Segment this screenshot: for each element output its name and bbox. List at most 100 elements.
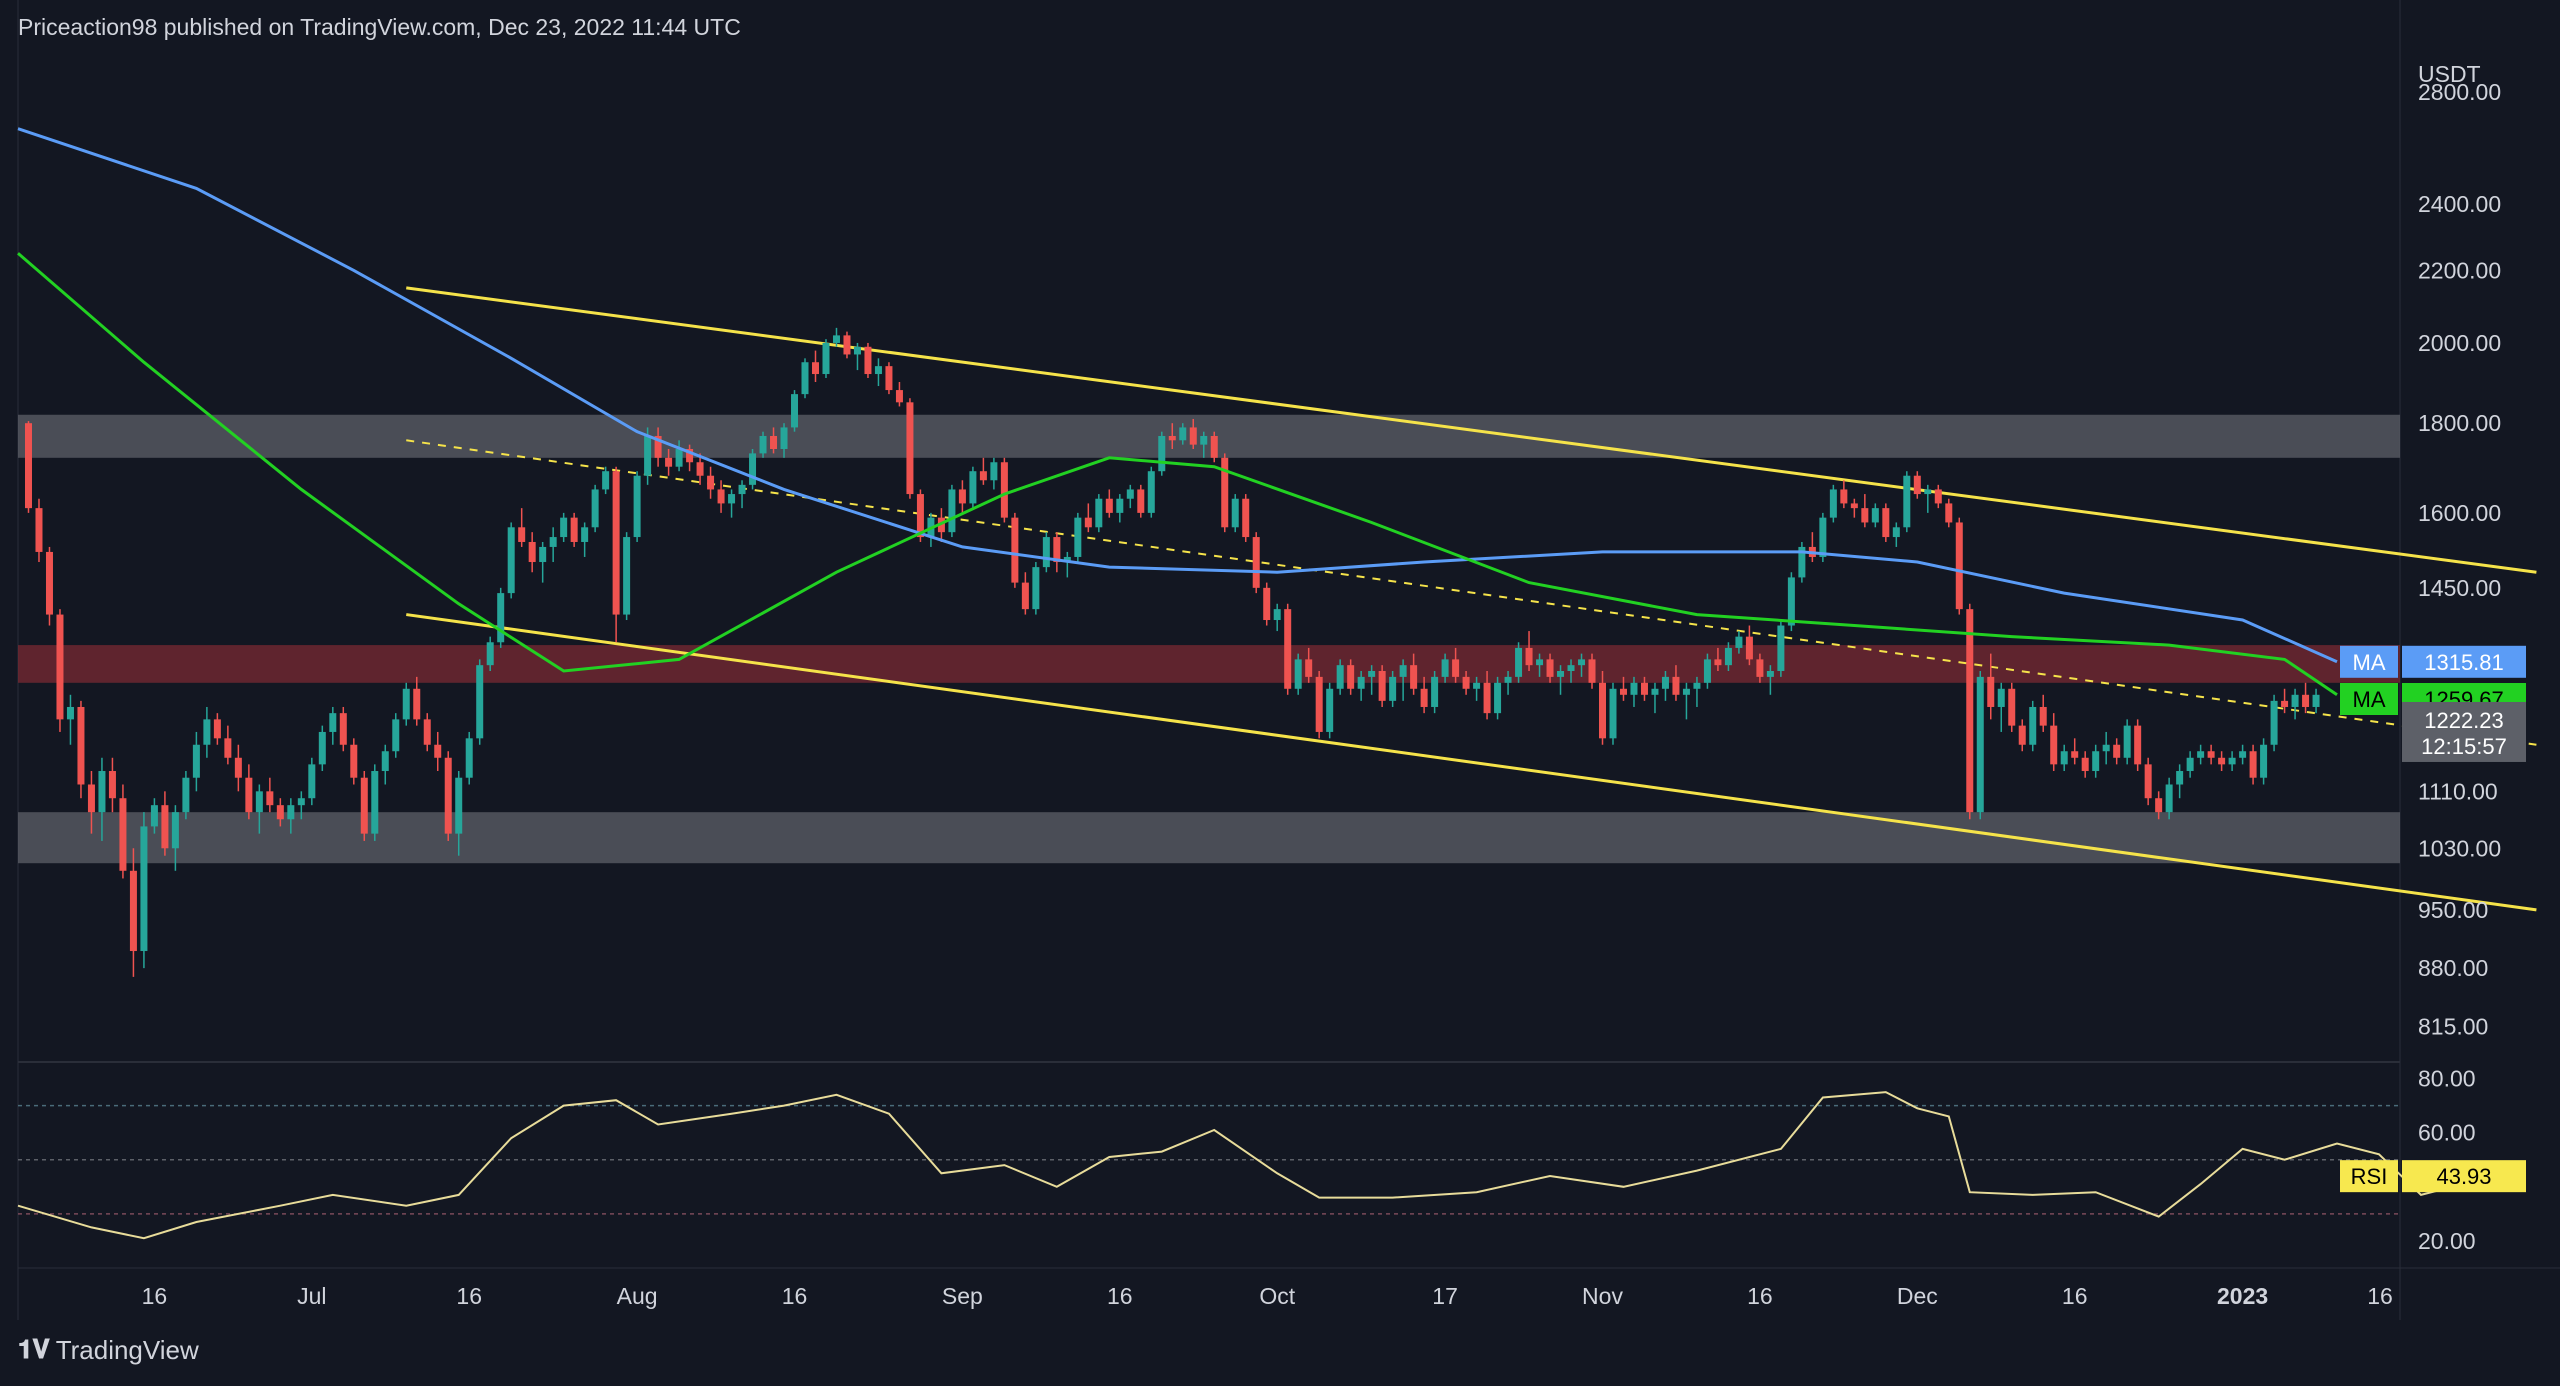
candle-body [108, 771, 116, 799]
rsi-tag-label: RSI [2351, 1164, 2388, 1189]
candle [1326, 682, 1334, 739]
tradingview-logo[interactable]: 𝟏𝐕 TradingView [18, 1335, 199, 1366]
candle [1116, 494, 1124, 523]
candle-body [518, 527, 526, 542]
candle-body [2239, 751, 2247, 758]
candle-body [1850, 503, 1858, 509]
candle-body [297, 798, 305, 806]
candle-body [1294, 659, 1302, 689]
candle-body [1420, 688, 1428, 707]
candle-body [1661, 676, 1669, 689]
candle-body [864, 346, 872, 375]
candle-body [77, 706, 85, 785]
candle [35, 498, 43, 563]
time-tick-label: 16 [142, 1283, 168, 1309]
candle-body [1829, 489, 1837, 518]
candle-body [1693, 682, 1701, 689]
candle-body [1640, 682, 1648, 695]
candle [749, 449, 757, 490]
candle-body [780, 427, 788, 450]
candle-body [507, 527, 515, 594]
candle [1609, 682, 1617, 745]
time-tick-label: Dec [1897, 1283, 1938, 1309]
price-chart[interactable]: USDT2800.002400.002200.002000.001800.001… [0, 0, 2560, 1386]
candle-body [1137, 489, 1145, 513]
time-tick-label: 16 [456, 1283, 482, 1309]
candle-body [213, 719, 221, 739]
candle-body [2029, 706, 2037, 745]
candle [2018, 719, 2026, 752]
candle [1074, 512, 1082, 563]
candle-body [1987, 676, 1995, 707]
candle-body [2291, 694, 2299, 707]
candle [1210, 431, 1218, 463]
candle-body [1934, 489, 1942, 504]
candle [990, 457, 998, 490]
candle-body [1630, 682, 1638, 695]
candle-body [1389, 676, 1397, 701]
candle [623, 532, 631, 621]
candle-body [1515, 647, 1523, 677]
candle [906, 398, 914, 499]
candle-body [1777, 625, 1785, 671]
candle-body [2197, 751, 2205, 758]
candle-body [1105, 498, 1113, 513]
candle-body [1147, 471, 1155, 513]
moving-averages [17, 127, 2338, 697]
candle [2218, 751, 2226, 772]
candle-body [1284, 609, 1292, 689]
candle [2123, 719, 2131, 765]
ma-blue-line [17, 127, 2338, 664]
candle-body [1042, 537, 1050, 568]
time-tick-label: 16 [1747, 1283, 1773, 1309]
candle [2081, 751, 2089, 778]
price-tag: 1222.2312:15:57 [2402, 701, 2526, 762]
candle [560, 512, 568, 542]
candle [1829, 484, 1837, 523]
candle-body [2113, 744, 2121, 758]
candle [1651, 682, 1659, 714]
candle-body [1263, 587, 1271, 621]
candle-body [979, 471, 987, 481]
candle [1147, 466, 1155, 518]
candle [1525, 631, 1533, 671]
candle-body [528, 541, 536, 563]
candle-body [1651, 688, 1659, 695]
candle [2270, 694, 2278, 752]
candle-body [2165, 784, 2173, 813]
candle-body [203, 719, 211, 745]
candle [707, 466, 715, 499]
candle [728, 489, 736, 518]
candle [2050, 713, 2058, 772]
candle-body [1892, 527, 1900, 538]
ma1-tag: MA 1315.81 [2340, 645, 2526, 678]
candle-body [801, 362, 809, 395]
candle [360, 771, 368, 841]
candle [402, 682, 410, 726]
candle [1011, 512, 1019, 588]
candle-body [906, 402, 914, 495]
candle-body [98, 771, 106, 813]
candle [1231, 494, 1239, 533]
candle-body [696, 462, 704, 476]
candle [2113, 738, 2121, 765]
candle [476, 659, 484, 745]
candle-body [1315, 676, 1323, 732]
candle [129, 848, 137, 977]
candle-body [958, 489, 966, 504]
candle-body [1976, 676, 1984, 813]
candle [1042, 532, 1050, 573]
candle-body [392, 719, 400, 752]
candle-body [770, 435, 778, 450]
candle-body [1483, 682, 1491, 714]
candle [1913, 471, 1921, 499]
candle-body [2155, 798, 2163, 813]
candle-body [413, 688, 421, 720]
candle-body [266, 791, 274, 806]
candle-body [1399, 665, 1407, 677]
price-tick-label: 1800.00 [2418, 410, 2501, 436]
candle [2249, 744, 2257, 785]
candle [1105, 489, 1113, 518]
candle-body [1095, 498, 1103, 528]
candle-body [2228, 757, 2236, 765]
